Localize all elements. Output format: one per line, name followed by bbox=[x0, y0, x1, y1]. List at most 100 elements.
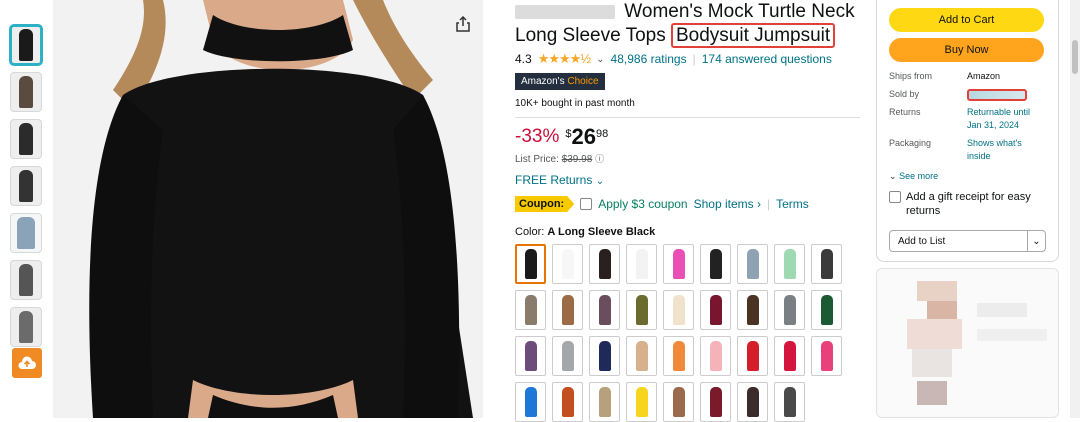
color-swatch[interactable] bbox=[700, 290, 731, 330]
info-icon[interactable]: ⓘ bbox=[595, 154, 604, 164]
color-swatch[interactable] bbox=[737, 336, 768, 376]
color-swatch[interactable] bbox=[515, 336, 546, 376]
color-swatch[interactable] bbox=[552, 336, 583, 376]
sold-by-label: Sold by bbox=[889, 89, 920, 99]
color-swatch[interactable] bbox=[626, 244, 657, 284]
product-info: Women's Mock Turtle Neck Long Sleeve Top… bbox=[515, 0, 860, 422]
swatch-image bbox=[709, 249, 722, 279]
swatch-image bbox=[561, 295, 574, 325]
color-swatch[interactable] bbox=[700, 336, 731, 376]
color-swatch[interactable] bbox=[700, 244, 731, 284]
thumbnail-7[interactable] bbox=[10, 307, 42, 347]
blur-block bbox=[912, 349, 952, 377]
color-swatch[interactable] bbox=[663, 290, 694, 330]
buy-now-button[interactable]: Buy Now bbox=[889, 38, 1044, 62]
badge-text-a: Amazon's bbox=[521, 76, 565, 87]
blur-block bbox=[927, 301, 957, 319]
swatch-image bbox=[635, 295, 648, 325]
swatch-image bbox=[746, 295, 759, 325]
ratings-link[interactable]: 48,986 ratings bbox=[611, 52, 687, 66]
color-swatch[interactable] bbox=[774, 382, 805, 422]
color-swatch[interactable] bbox=[774, 244, 805, 284]
color-swatch[interactable] bbox=[774, 290, 805, 330]
chevron-down-icon: ⌄ bbox=[595, 176, 605, 187]
color-swatch[interactable] bbox=[663, 336, 694, 376]
thumbnail-6[interactable] bbox=[10, 260, 42, 300]
color-swatch[interactable] bbox=[589, 336, 620, 376]
color-swatch[interactable] bbox=[626, 336, 657, 376]
swatch-image bbox=[635, 387, 648, 417]
returns-label: Returns bbox=[889, 107, 921, 117]
coupon-checkbox[interactable] bbox=[580, 198, 593, 210]
star-rating-icon[interactable]: ★★★★½ bbox=[538, 51, 591, 67]
seller-link-blurred[interactable] bbox=[967, 88, 1027, 101]
price-row: -33% $ 26 98 bbox=[515, 126, 860, 148]
color-swatch[interactable] bbox=[515, 290, 546, 330]
color-swatch[interactable] bbox=[811, 290, 842, 330]
add-to-cart-button[interactable]: Add to Cart bbox=[889, 8, 1044, 32]
add-to-list-button[interactable]: Add to List bbox=[890, 231, 1027, 251]
color-swatch[interactable] bbox=[589, 382, 620, 422]
color-swatch[interactable] bbox=[663, 244, 694, 284]
color-swatch[interactable] bbox=[552, 244, 583, 284]
thumbnail-3[interactable] bbox=[10, 119, 42, 159]
swatch-image bbox=[524, 341, 537, 371]
chevron-down-icon[interactable]: ⌄ bbox=[596, 54, 604, 65]
gift-checkbox[interactable] bbox=[889, 191, 901, 203]
swatch-image bbox=[524, 295, 537, 325]
swatch-image bbox=[561, 387, 574, 417]
color-swatch[interactable] bbox=[811, 336, 842, 376]
scrollbar[interactable] bbox=[1070, 0, 1080, 418]
coupon-row: Coupon: Apply $3 coupon Shop items › | T… bbox=[515, 196, 860, 212]
swatch-image bbox=[524, 249, 537, 279]
swatch-image bbox=[746, 249, 759, 279]
thumbnail-5[interactable] bbox=[10, 213, 42, 253]
color-swatch[interactable] bbox=[663, 382, 694, 422]
color-swatch[interactable] bbox=[626, 290, 657, 330]
thumbnail-4[interactable] bbox=[10, 166, 42, 206]
color-swatch[interactable] bbox=[626, 382, 657, 422]
color-swatch[interactable] bbox=[811, 244, 842, 284]
blurred-ad-image[interactable] bbox=[876, 268, 1059, 418]
color-swatch[interactable] bbox=[552, 382, 583, 422]
gift-text: Add a gift receipt for easy returns bbox=[906, 191, 1031, 217]
color-swatch[interactable] bbox=[552, 290, 583, 330]
swatch-image bbox=[783, 387, 796, 417]
answered-questions-link[interactable]: 174 answered questions bbox=[702, 52, 832, 66]
blur-block bbox=[977, 303, 1027, 317]
color-swatch[interactable] bbox=[589, 290, 620, 330]
scrollbar-thumb[interactable] bbox=[1072, 40, 1078, 74]
color-swatch[interactable] bbox=[589, 244, 620, 284]
gift-receipt-option[interactable]: Add a gift receipt for easy returns bbox=[889, 190, 1046, 218]
swatch-image bbox=[746, 387, 759, 417]
share-icon[interactable] bbox=[453, 14, 473, 34]
rating-row: 4.3 ★★★★½ ⌄ 48,986 ratings | 174 answere… bbox=[515, 51, 832, 67]
upload-icon[interactable] bbox=[12, 348, 42, 378]
packaging-link[interactable]: Shows what's inside bbox=[967, 137, 1046, 163]
brand-blurred[interactable] bbox=[515, 4, 615, 19]
swatch-image bbox=[561, 341, 574, 371]
chevron-down-icon[interactable]: ⌄ bbox=[1027, 231, 1045, 251]
thumbnail-2[interactable] bbox=[10, 72, 42, 112]
swatch-image bbox=[524, 387, 537, 417]
swatch-image bbox=[598, 341, 611, 371]
main-product-image[interactable] bbox=[53, 0, 483, 418]
color-swatch[interactable] bbox=[515, 382, 546, 422]
see-more-link[interactable]: ⌄ See more bbox=[889, 171, 1046, 182]
color-swatch[interactable] bbox=[737, 382, 768, 422]
free-returns-link[interactable]: FREE Returns ⌄ bbox=[515, 173, 860, 187]
color-swatch[interactable] bbox=[700, 382, 731, 422]
color-swatch[interactable] bbox=[774, 336, 805, 376]
color-swatch[interactable] bbox=[515, 244, 546, 284]
thumbnail-1[interactable] bbox=[10, 25, 42, 65]
list-price-value: $39.98 bbox=[561, 154, 593, 165]
color-swatch[interactable] bbox=[737, 290, 768, 330]
coupon-text[interactable]: Apply $3 coupon bbox=[598, 197, 687, 211]
product-title: Women's Mock Turtle Neck Long Sleeve Top… bbox=[515, 0, 860, 48]
amazons-choice-badge[interactable]: Amazon's Choice bbox=[515, 73, 605, 90]
color-swatch[interactable] bbox=[737, 244, 768, 284]
terms-link[interactable]: Terms bbox=[776, 197, 809, 211]
returns-link[interactable]: Returnable until Jan 31, 2024 bbox=[967, 106, 1046, 132]
shop-items-link[interactable]: Shop items › bbox=[694, 197, 761, 211]
add-to-list-control[interactable]: Add to List ⌄ bbox=[889, 230, 1046, 252]
